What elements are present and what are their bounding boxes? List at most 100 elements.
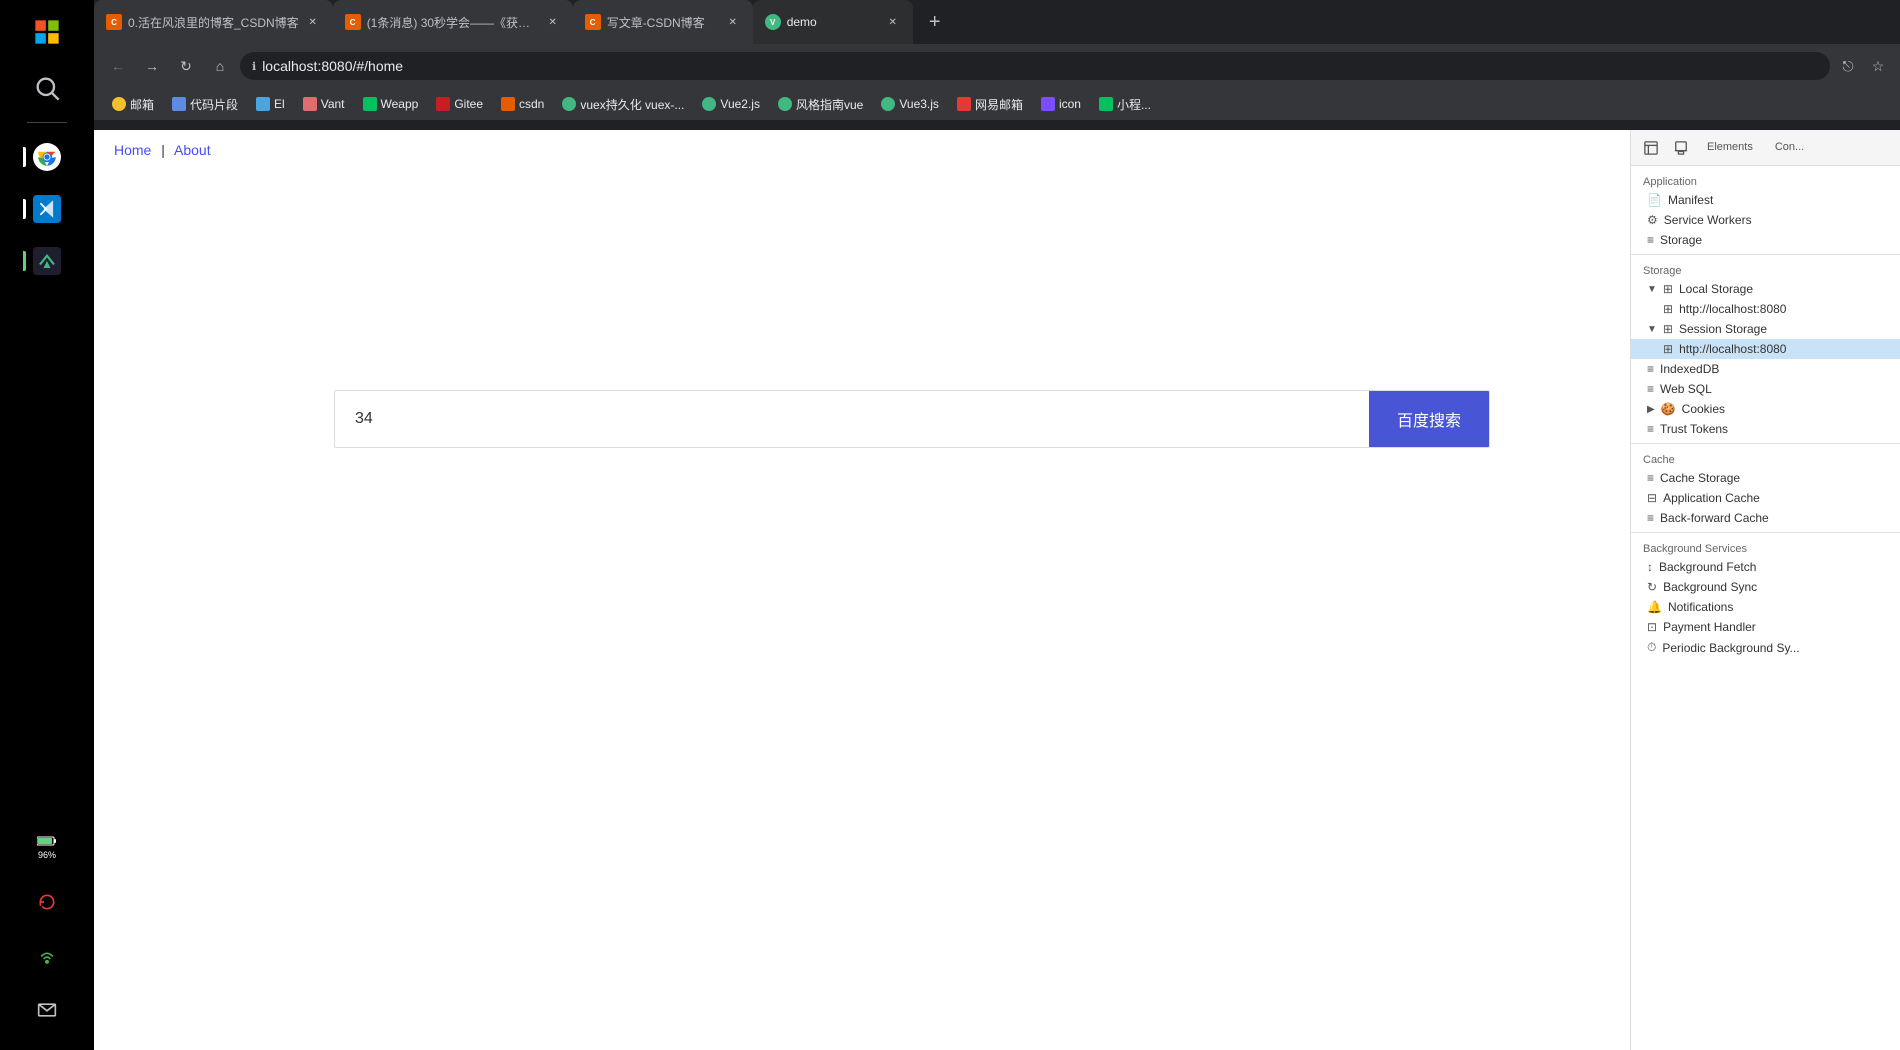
bookmark-el[interactable]: El — [248, 95, 293, 113]
devtools-manifest-item[interactable]: 📄 Manifest — [1631, 190, 1900, 210]
devtools-session-storage-item[interactable]: ▼ ⊞ Session Storage — [1631, 319, 1900, 339]
devtools-indexeddb-item[interactable]: ≡ IndexedDB — [1631, 359, 1900, 379]
storage-db-icon: ≡ — [1647, 233, 1654, 247]
devtools-background-sync-item[interactable]: ↻ Background Sync — [1631, 577, 1900, 597]
taskbar: 96% — [0, 0, 94, 1050]
bookmark-vue2[interactable]: Vue2.js — [694, 95, 768, 113]
battery-status-icon: 96% — [23, 824, 71, 872]
new-tab-button[interactable]: + — [913, 0, 957, 44]
tab3-close-button[interactable]: ✕ — [725, 14, 741, 30]
bookmark-vue-style[interactable]: 风格指南vue — [770, 94, 871, 115]
tab2-close-button[interactable]: ✕ — [545, 14, 561, 30]
cookies-label: Cookies — [1682, 402, 1725, 416]
bookmark-vuex[interactable]: vuex持久化 vuex-... — [554, 94, 692, 115]
manifest-label: Manifest — [1668, 193, 1713, 207]
devtools-local-storage-url-item[interactable]: ⊞ http://localhost:8080 — [1631, 299, 1900, 319]
bookmarks-bar: 邮箱 代码片段 El Vant Weapp Gitee csdn vuex持久 — [94, 88, 1900, 120]
indexeddb-db-icon: ≡ — [1647, 362, 1654, 376]
home-link[interactable]: Home — [114, 142, 151, 158]
session-storage-url-label: http://localhost:8080 — [1679, 342, 1786, 356]
bookmark-icon[interactable]: icon — [1033, 95, 1089, 113]
home-button[interactable]: ⌂ — [206, 52, 234, 80]
tab1-close-button[interactable]: ✕ — [305, 14, 321, 30]
service-workers-label: Service Workers — [1664, 213, 1752, 227]
devtools-cookies-item[interactable]: ▶ 🍪 Cookies — [1631, 399, 1900, 419]
manifest-doc-icon: 📄 — [1647, 193, 1662, 207]
search-icon[interactable] — [23, 64, 71, 112]
refresh-taskbar-icon[interactable] — [23, 878, 71, 926]
devtools-periodic-bg-sync-item[interactable]: ⏱ Periodic Background Sy... — [1631, 637, 1900, 658]
tab4-favicon: V — [765, 14, 781, 30]
bookmark-code[interactable]: 代码片段 — [164, 94, 246, 115]
bookmark-csdn[interactable]: csdn — [493, 95, 552, 113]
bookmark-vue3[interactable]: Vue3.js — [873, 95, 947, 113]
reload-button[interactable]: ↻ — [172, 52, 200, 80]
back-button[interactable]: ← — [104, 52, 132, 80]
bookmark-mini-label: 小程... — [1117, 96, 1151, 113]
page-navigation: Home | About — [94, 130, 1630, 170]
web-sql-db-icon: ≡ — [1647, 382, 1654, 396]
bookmark-gitee[interactable]: Gitee — [428, 95, 491, 113]
browser-tab-2[interactable]: C (1条消息) 30秒学会——《获取... ✕ — [333, 0, 573, 44]
devtools-session-storage-url-item[interactable]: ⊞ http://localhost:8080 — [1631, 339, 1900, 359]
browser-tab-3[interactable]: C 写文章-CSDN博客 ✕ — [573, 0, 753, 44]
share-icon[interactable]: ⎋ — [1836, 54, 1860, 78]
notifications-bell-icon: 🔔 — [1647, 600, 1662, 614]
bookmark-icon[interactable]: ☆ — [1866, 54, 1890, 78]
tab4-close-button[interactable]: ✕ — [885, 14, 901, 30]
search-button[interactable]: 百度搜索 — [1369, 391, 1489, 447]
devtools-trust-tokens-item[interactable]: ≡ Trust Tokens — [1631, 419, 1900, 439]
session-storage-url-db-icon: ⊞ — [1663, 342, 1673, 356]
devtools-service-workers-item[interactable]: ⚙ Service Workers — [1631, 210, 1900, 230]
windows-start-icon[interactable] — [23, 8, 71, 56]
devtools-panel: Elements Con... Application 📄 Manifest ⚙… — [1630, 130, 1900, 1050]
devtools-storage-item[interactable]: ≡ Storage — [1631, 230, 1900, 250]
vscode-taskbar-icon[interactable] — [23, 185, 71, 233]
address-bar[interactable]: ℹ localhost:8080/#/home — [240, 52, 1830, 80]
bookmark-vant[interactable]: Vant — [295, 95, 353, 113]
about-link[interactable]: About — [174, 142, 211, 158]
browser-tab-1[interactable]: C 0.活在风浪里的博客_CSDN博客 ✕ — [94, 0, 333, 44]
devtools-tab-elements[interactable]: Elements — [1699, 137, 1761, 159]
devtools-back-forward-cache-item[interactable]: ≡ Back-forward Cache — [1631, 508, 1900, 528]
devtools-inspect-icon[interactable] — [1639, 136, 1663, 160]
cache-storage-label: Cache Storage — [1660, 471, 1740, 485]
mail-taskbar-icon[interactable] — [23, 986, 71, 1034]
bookmark-el-label: El — [274, 97, 285, 111]
devtools-local-storage-item[interactable]: ▼ ⊞ Local Storage — [1631, 279, 1900, 299]
devtools-device-icon[interactable] — [1669, 136, 1693, 160]
address-right-icons: ⎋ ☆ — [1836, 54, 1890, 78]
background-sync-label: Background Sync — [1663, 580, 1757, 594]
bookmark-weapp[interactable]: Weapp — [355, 95, 427, 113]
devtools-cache-storage-item[interactable]: ≡ Cache Storage — [1631, 468, 1900, 488]
trust-tokens-db-icon: ≡ — [1647, 422, 1654, 436]
devtools-cache-header: Cache — [1631, 448, 1900, 468]
cookies-expand-icon: ▶ — [1647, 404, 1655, 415]
bookmark-mini[interactable]: 小程... — [1091, 94, 1159, 115]
notifications-label: Notifications — [1668, 600, 1733, 614]
devtools-application-header: Application — [1631, 170, 1900, 190]
devtools-background-fetch-item[interactable]: ↕ Background Fetch — [1631, 557, 1900, 577]
chrome-taskbar-icon[interactable] — [23, 133, 71, 181]
bookmark-gitee-label: Gitee — [454, 97, 483, 111]
service-workers-gear-icon: ⚙ — [1647, 213, 1658, 227]
bookmark-mail[interactable]: 邮箱 — [104, 94, 162, 115]
nav-separator: | — [161, 142, 165, 158]
forward-button[interactable]: → — [138, 52, 166, 80]
tab3-favicon: C — [585, 14, 601, 30]
devtools-payment-handler-item[interactable]: ⊡ Payment Handler — [1631, 617, 1900, 637]
devtools-tab-console[interactable]: Con... — [1767, 137, 1812, 159]
devtools-application-cache-item[interactable]: ⊟ Application Cache — [1631, 488, 1900, 508]
app-taskbar-icon[interactable] — [23, 237, 71, 285]
bookmark-163mail[interactable]: 网易邮箱 — [949, 94, 1031, 115]
devtools-bg-services-header: Background Services — [1631, 537, 1900, 557]
devtools-notifications-item[interactable]: 🔔 Notifications — [1631, 597, 1900, 617]
bookmark-vue3-label: Vue3.js — [899, 97, 939, 111]
payment-handler-label: Payment Handler — [1663, 620, 1756, 634]
browser-tab-4[interactable]: V demo ✕ — [753, 0, 913, 44]
main-content-area: Home | About 百度搜索 — [94, 130, 1630, 1050]
search-input[interactable] — [335, 391, 1369, 447]
devtools-web-sql-item[interactable]: ≡ Web SQL — [1631, 379, 1900, 399]
bookmark-vue2-label: Vue2.js — [720, 97, 760, 111]
network-taskbar-icon[interactable] — [23, 932, 71, 980]
